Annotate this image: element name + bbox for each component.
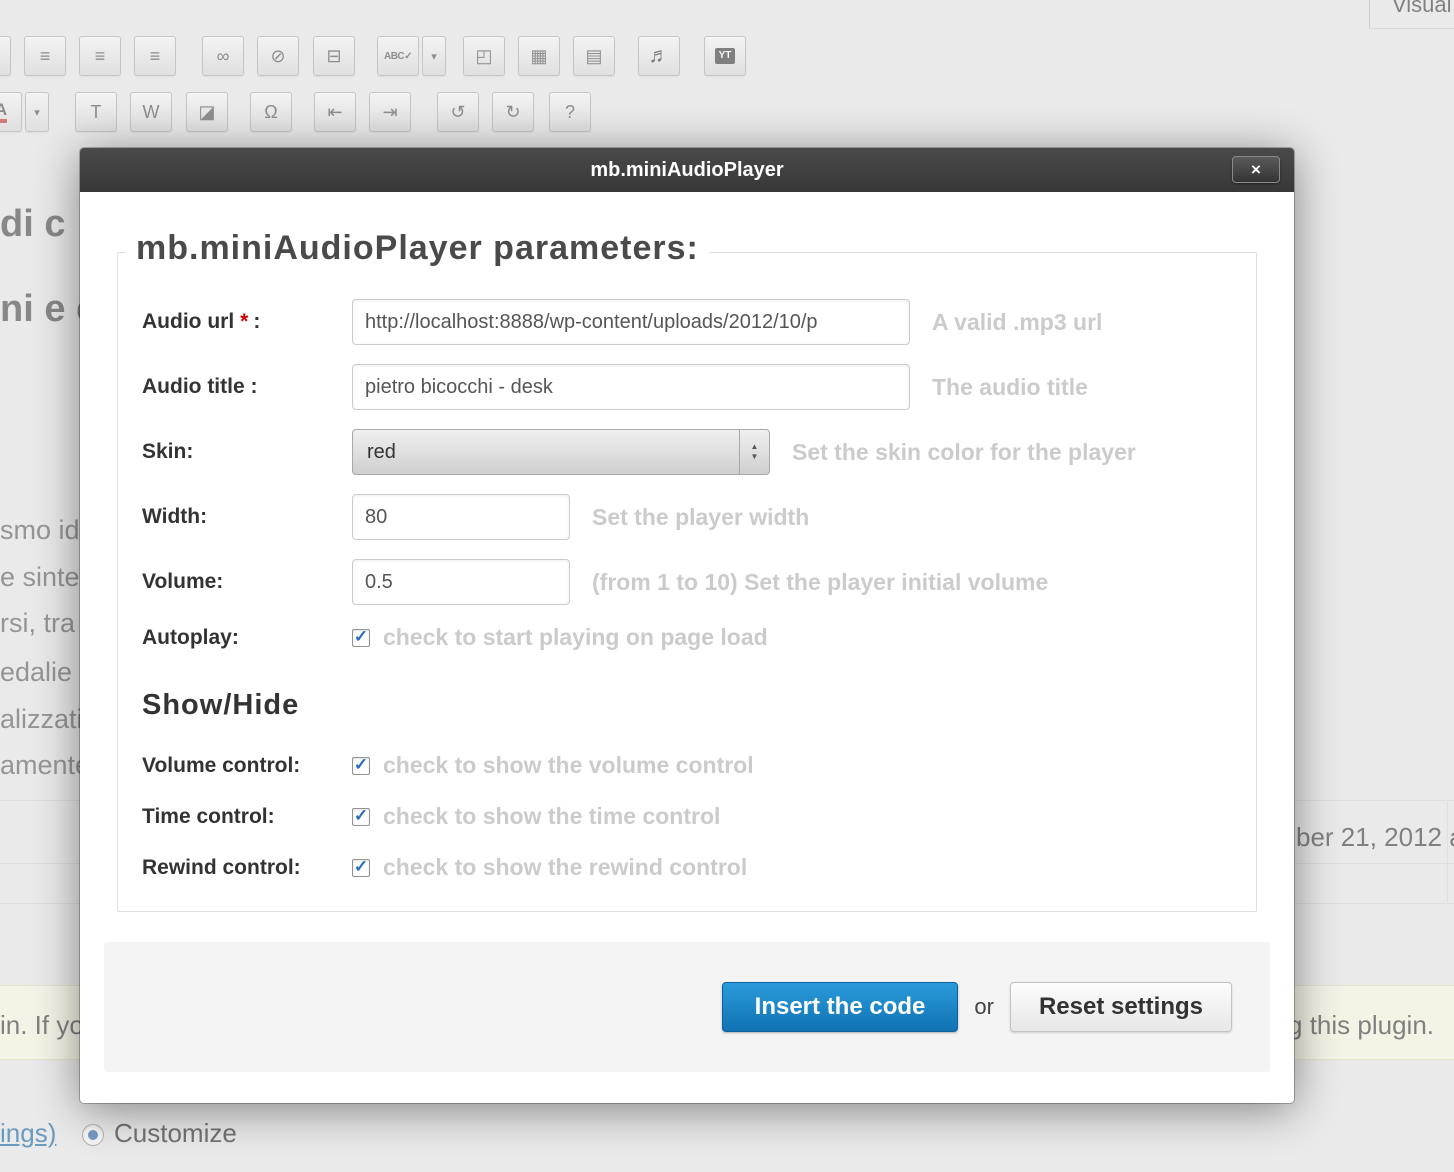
- checkmark-icon: ✓: [354, 756, 368, 773]
- select-arrows-icon: ▲▼: [739, 430, 769, 474]
- volume-input[interactable]: [352, 559, 570, 605]
- time-control-hint: check to show the time control: [383, 803, 720, 830]
- autoplay-hint: check to start playing on page load: [383, 624, 768, 651]
- audio-url-label-text: Audio url: [142, 310, 234, 333]
- volume-control-hint: check to show the volume control: [383, 752, 754, 779]
- volume-control-checkbox[interactable]: ✓: [352, 757, 370, 775]
- skin-select[interactable]: red ▲▼: [352, 429, 770, 475]
- arrow-up-icon: ▲: [751, 442, 759, 452]
- skin-select-value: red: [353, 441, 739, 464]
- time-control-label: Time control:: [142, 805, 352, 829]
- width-input[interactable]: [352, 494, 570, 540]
- audio-url-label-colon: :: [253, 310, 260, 333]
- checkmark-icon: ✓: [354, 858, 368, 875]
- checkmark-icon: ✓: [354, 628, 368, 645]
- form-row-volume: Volume: (from 1 to 10) Set the player in…: [142, 559, 1232, 605]
- required-asterisk: *: [240, 310, 248, 333]
- audio-url-label: Audio url *:: [142, 310, 352, 334]
- rewind-control-checkbox[interactable]: ✓: [352, 859, 370, 877]
- close-button[interactable]: ×: [1232, 156, 1280, 183]
- autoplay-label: Autoplay:: [142, 626, 352, 650]
- form-row-autoplay: Autoplay: ✓ check to start playing on pa…: [142, 624, 1232, 651]
- audio-title-hint: The audio title: [932, 374, 1088, 401]
- width-label: Width:: [142, 505, 352, 529]
- skin-hint: Set the skin color for the player: [792, 439, 1136, 466]
- audio-title-label: Audio title :: [142, 375, 352, 399]
- dialog-body: mb.miniAudioPlayer parameters: Audio url…: [80, 192, 1294, 912]
- arrow-down-icon: ▼: [751, 452, 759, 462]
- dialog-title: mb.miniAudioPlayer: [590, 159, 783, 182]
- audio-title-input[interactable]: [352, 364, 910, 410]
- form-row-time-control: Time control: ✓ check to show the time c…: [142, 803, 1232, 830]
- autoplay-checkbox[interactable]: ✓: [352, 629, 370, 647]
- skin-label: Skin:: [142, 440, 352, 464]
- form-row-volume-control: Volume control: ✓ check to show the volu…: [142, 752, 1232, 779]
- volume-control-label: Volume control:: [142, 754, 352, 778]
- form-row-width: Width: Set the player width: [142, 494, 1232, 540]
- volume-hint: (from 1 to 10) Set the player initial vo…: [592, 569, 1048, 596]
- miniaudioplayer-dialog: mb.miniAudioPlayer × mb.miniAudioPlayer …: [80, 148, 1294, 1103]
- form-row-skin: Skin: red ▲▼ Set the skin color for the …: [142, 429, 1232, 475]
- reset-settings-button[interactable]: Reset settings: [1010, 982, 1232, 1032]
- audio-url-input[interactable]: [352, 299, 910, 345]
- rewind-control-hint: check to show the rewind control: [383, 854, 747, 881]
- width-hint: Set the player width: [592, 504, 809, 531]
- parameters-heading: mb.miniAudioPlayer parameters:: [126, 229, 709, 268]
- parameters-panel: mb.miniAudioPlayer parameters: Audio url…: [117, 252, 1257, 912]
- audio-url-hint: A valid .mp3 url: [932, 309, 1102, 336]
- form-row-audio-title: Audio title : The audio title: [142, 364, 1232, 410]
- dialog-footer: Insert the code or Reset settings: [104, 942, 1270, 1072]
- insert-code-button[interactable]: Insert the code: [722, 982, 959, 1032]
- close-icon: ×: [1251, 160, 1261, 180]
- dialog-titlebar[interactable]: mb.miniAudioPlayer ×: [80, 148, 1294, 192]
- time-control-checkbox[interactable]: ✓: [352, 808, 370, 826]
- form-row-audio-url: Audio url *: A valid .mp3 url: [142, 299, 1232, 345]
- rewind-control-label: Rewind control:: [142, 856, 352, 880]
- form-row-rewind-control: Rewind control: ✓ check to show the rewi…: [142, 854, 1232, 881]
- checkmark-icon: ✓: [354, 807, 368, 824]
- volume-label: Volume:: [142, 570, 352, 594]
- or-text: or: [974, 994, 994, 1020]
- show-hide-heading: Show/Hide: [142, 689, 1232, 722]
